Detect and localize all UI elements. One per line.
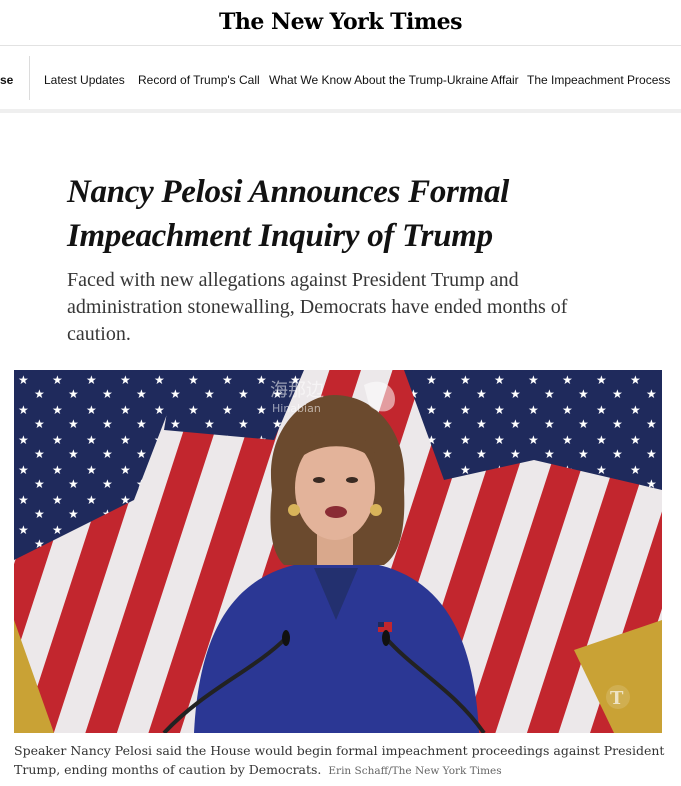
nav-item-truncated[interactable]: se	[0, 73, 13, 87]
watermark-cn: 海那边	[270, 380, 324, 401]
headline-line-2: Impeachment Inquiry of Trump	[67, 218, 493, 254]
nav-item-latest-updates[interactable]: Latest Updates	[44, 73, 125, 87]
photo-illustration: ★ ★	[14, 370, 662, 733]
nav-item-impeachment-process[interactable]: The Impeachment Process	[527, 73, 670, 87]
article-summary: Faced with new allegations against Presi…	[67, 269, 568, 345]
nav-item-what-we-know[interactable]: What We Know About the Trump-Ukraine Aff…	[269, 73, 519, 87]
watermark-en: Hinabian	[272, 402, 321, 415]
lead-photo[interactable]: ★ ★	[14, 370, 662, 733]
article-headline: Nancy Pelosi Announces Formal Impeachmen…	[67, 170, 627, 258]
photo-caption: Speaker Nancy Pelosi said the House woul…	[14, 741, 674, 781]
nyt-logo[interactable]: The New York Times	[0, 9, 681, 35]
photo-credit: Erin Schaff/The New York Times	[328, 765, 502, 777]
masthead: The New York Times	[0, 0, 681, 46]
section-nav: se Latest Updates Record of Trump's Call…	[0, 46, 681, 113]
nav-item-record-of-call[interactable]: Record of Trump's Call	[138, 73, 260, 87]
nyt-corner-logo: T	[606, 685, 630, 709]
headline-line-1: Nancy Pelosi Announces Formal	[67, 174, 510, 210]
svg-text:T: T	[610, 688, 624, 709]
nav-divider	[29, 56, 30, 100]
